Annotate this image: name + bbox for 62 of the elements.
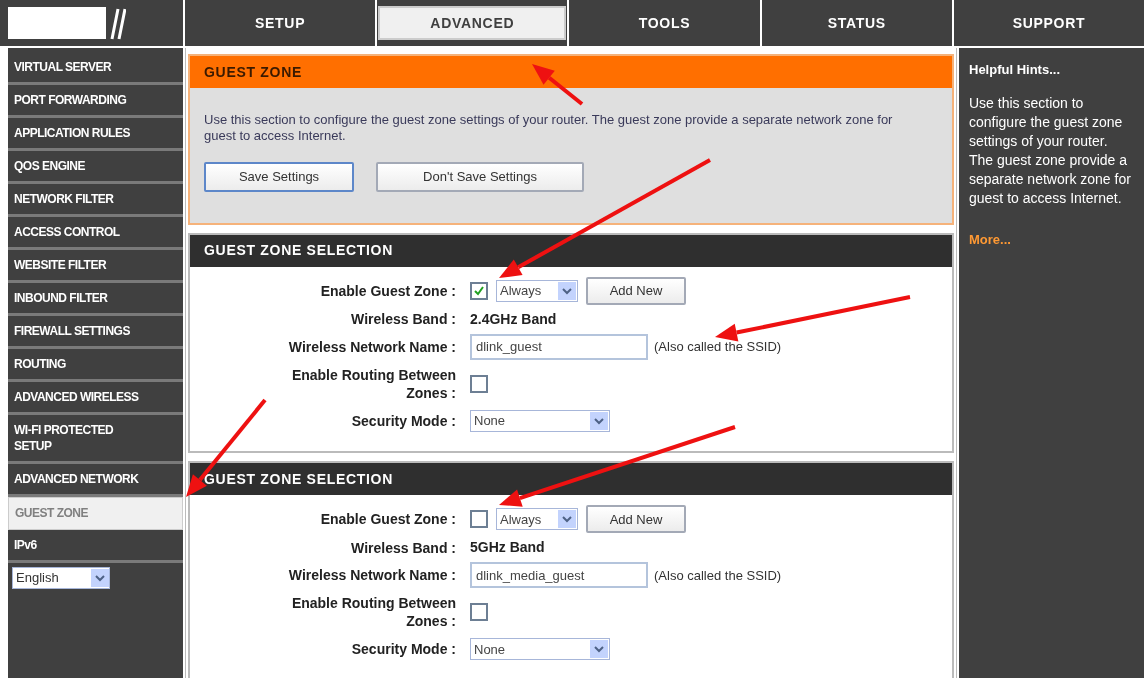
- band-value: 2.4GHz Band: [470, 309, 557, 329]
- field-label: Security Mode :: [350, 411, 456, 430]
- language-dropdown[interactable]: English: [12, 567, 110, 589]
- chevron-down-icon: [590, 640, 608, 659]
- sidebar-item[interactable]: ADVANCED WIRELESS: [8, 382, 183, 415]
- field-label: Enable Routing Between Zones :: [290, 365, 456, 402]
- sidebar-item[interactable]: INBOUND FILTER: [8, 283, 183, 316]
- logo-icon: [8, 5, 126, 41]
- add-new-button[interactable]: Add New: [586, 276, 686, 305]
- save-button[interactable]: Save Settings: [204, 162, 354, 192]
- more-link[interactable]: More...: [969, 229, 1011, 249]
- annotation-arrow: [532, 64, 584, 106]
- description-text: Use this section to configure the guest zone settings of your router. The guest zone provide a separate network zone for guest to access Internet.: [204, 112, 894, 144]
- field-label: Enable Guest Zone :: [319, 510, 456, 529]
- sidebar-item[interactable]: WEBSITE FILTER: [8, 250, 183, 283]
- field-label: Wireless Band :: [350, 538, 456, 557]
- chevron-down-icon: [558, 510, 576, 529]
- add-new-button[interactable]: Add New: [586, 505, 686, 534]
- hints-text: Use this section to configure the guest zone settings of your router. The guest zone provide a separate network zone for guest to access Internet.: [969, 93, 1132, 208]
- hint-text: (Also called the SSID): [654, 566, 782, 585]
- checkbox[interactable]: [470, 603, 488, 622]
- cancel-button[interactable]: Don't Save Settings: [376, 162, 584, 192]
- sidebar-item[interactable]: APPLICATION RULES: [8, 118, 183, 151]
- schedule-dropdown[interactable]: Always: [496, 279, 578, 302]
- sidebar-item[interactable]: ROUTING: [8, 349, 183, 382]
- sidebar-item[interactable]: WI-FI PROTECTED SETUP: [8, 415, 183, 464]
- field-label: Wireless Band :: [350, 310, 456, 329]
- nav-tab[interactable]: ADVANCED: [378, 6, 567, 40]
- section-title: GUEST ZONE SELECTION: [190, 463, 952, 496]
- security-dropdown[interactable]: None: [470, 638, 610, 661]
- nav-tab[interactable]: TOOLS: [638, 12, 691, 34]
- sidebar-item[interactable]: QOS ENGINE: [8, 151, 183, 184]
- check-icon: [473, 284, 485, 297]
- sidebar-item[interactable]: NETWORK FILTER: [8, 184, 183, 217]
- section-title: GUEST ZONE SELECTION: [190, 234, 952, 267]
- field-label: Enable Routing Between Zones :: [290, 594, 456, 631]
- sidebar-item[interactable]: FIREWALL SETTINGS: [8, 316, 183, 349]
- band-value: 5GHz Band: [470, 538, 545, 558]
- sidebar-item[interactable]: IPv6: [8, 530, 183, 563]
- ssid-field[interactable]: dlink_media_guest: [470, 562, 648, 589]
- sidebar-item[interactable]: ACCESS CONTROL: [8, 217, 183, 250]
- schedule-dropdown[interactable]: Always: [496, 508, 578, 531]
- nav-tab[interactable]: STATUS: [827, 12, 886, 34]
- sidebar-item[interactable]: VIRTUAL SERVER: [8, 52, 183, 85]
- ssid-field[interactable]: dlink_guest: [470, 333, 648, 360]
- nav-tab[interactable]: SUPPORT: [1012, 12, 1086, 34]
- chevron-down-icon: [590, 411, 608, 430]
- chevron-down-icon: [558, 281, 576, 300]
- field-label: Wireless Network Name :: [287, 566, 456, 585]
- checkbox[interactable]: [470, 281, 488, 300]
- field-label: Wireless Network Name :: [287, 337, 456, 356]
- hints-title: Helpful Hints...: [969, 61, 1061, 79]
- panel-title: GUEST ZONE: [190, 56, 952, 88]
- security-dropdown[interactable]: None: [470, 409, 610, 432]
- chevron-down-icon: [91, 569, 109, 587]
- hint-text: (Also called the SSID): [654, 338, 782, 357]
- sidebar-item[interactable]: PORT FORWARDING: [8, 85, 183, 118]
- checkbox[interactable]: [470, 510, 488, 529]
- checkbox[interactable]: [470, 374, 488, 393]
- field-label: Enable Guest Zone :: [319, 281, 456, 300]
- nav-tab[interactable]: SETUP: [255, 12, 306, 34]
- field-label: Security Mode :: [350, 640, 456, 659]
